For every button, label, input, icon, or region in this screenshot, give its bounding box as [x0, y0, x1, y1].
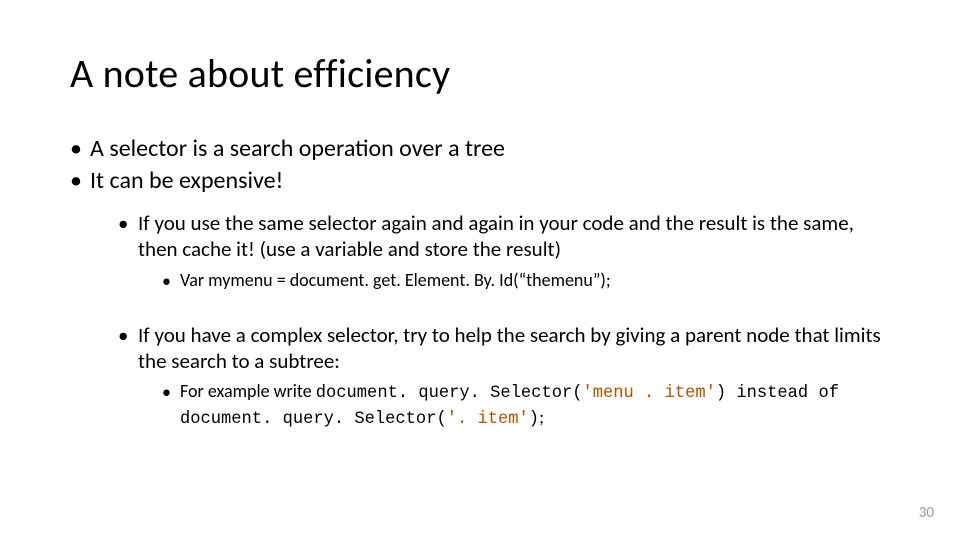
bullet-text: If you use the same selector again and a…	[138, 210, 854, 262]
code-string: 'menu . item'	[582, 384, 715, 403]
bullet-list-l2: If you use the same selector again and a…	[90, 210, 890, 431]
code-text: )	[716, 384, 737, 403]
bullet-l1: It can be expensive! If you use the same…	[70, 166, 890, 431]
bullet-text: If you have a complex selector, try to h…	[138, 322, 881, 374]
code-text: document. query. Selector(	[180, 410, 447, 429]
bullet-list-l3: For example write document. query. Selec…	[138, 380, 890, 430]
example-lead: For example write	[180, 380, 316, 402]
bullet-text: It can be expensive!	[90, 166, 283, 195]
bullet-l3: For example write document. query. Selec…	[162, 380, 890, 430]
slide: A note about efficiency A selector is a …	[0, 0, 960, 540]
bullet-l2: If you have a complex selector, try to h…	[118, 322, 890, 431]
slide-title: A note about efficiency	[70, 52, 890, 96]
example-tail: ;	[539, 406, 544, 428]
code-text: document. query. Selector(	[316, 384, 583, 403]
bullet-list: A selector is a search operation over a …	[70, 134, 890, 431]
code-text: instead of	[736, 384, 839, 403]
bullet-l2: If you use the same selector again and a…	[118, 210, 890, 292]
bullet-l1: A selector is a search operation over a …	[70, 134, 890, 164]
code-text: )	[529, 410, 539, 429]
code-string: '. item'	[447, 410, 529, 429]
page-number: 30	[919, 504, 934, 522]
bullet-l3: Var mymenu = document. get. Element. By.…	[162, 269, 890, 292]
bullet-list-l3: Var mymenu = document. get. Element. By.…	[138, 269, 890, 292]
